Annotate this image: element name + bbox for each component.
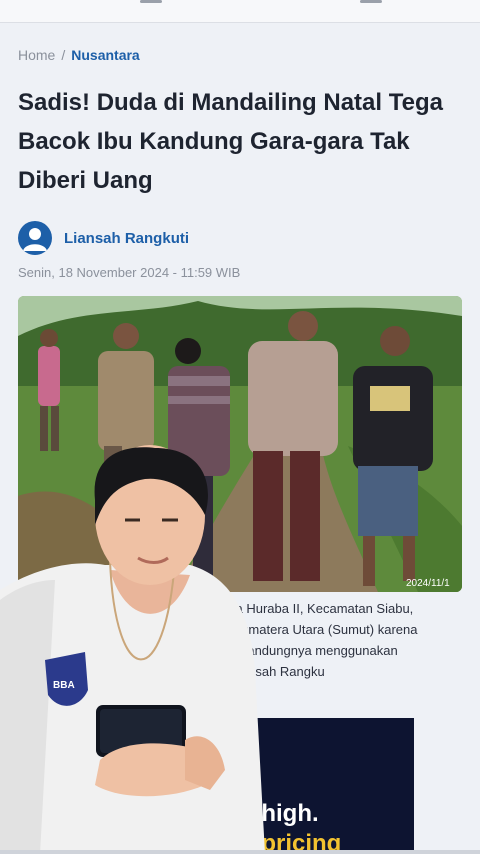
breadcrumb: Home / Nusantara — [18, 47, 140, 63]
user-avatar-icon[interactable] — [18, 221, 52, 255]
shirt-badge-text: BBA — [53, 680, 75, 691]
browser-top-bar — [0, 0, 480, 23]
breadcrumb-category-link[interactable]: Nusantara — [71, 47, 139, 63]
screen-bottom-edge — [0, 850, 480, 854]
shirt-badge-icon — [45, 652, 88, 706]
presenter-overlay: BBA — [0, 440, 300, 854]
breadcrumb-home-link[interactable]: Home — [18, 47, 55, 63]
article-title: Sadis! Duda di Mandailing Natal Tega Bac… — [18, 89, 443, 194]
author-row[interactable]: Liansah Rangkuti — [18, 220, 189, 256]
photo-stamp: 2024/11/1 — [406, 578, 450, 589]
top-bar-fragment — [140, 0, 162, 3]
author-name-link[interactable]: Liansah Rangkuti — [64, 230, 189, 247]
publish-date: Senin, 18 November 2024 - 11:59 WIB — [18, 265, 241, 280]
breadcrumb-separator: / — [61, 47, 66, 63]
top-bar-fragment — [360, 0, 382, 3]
